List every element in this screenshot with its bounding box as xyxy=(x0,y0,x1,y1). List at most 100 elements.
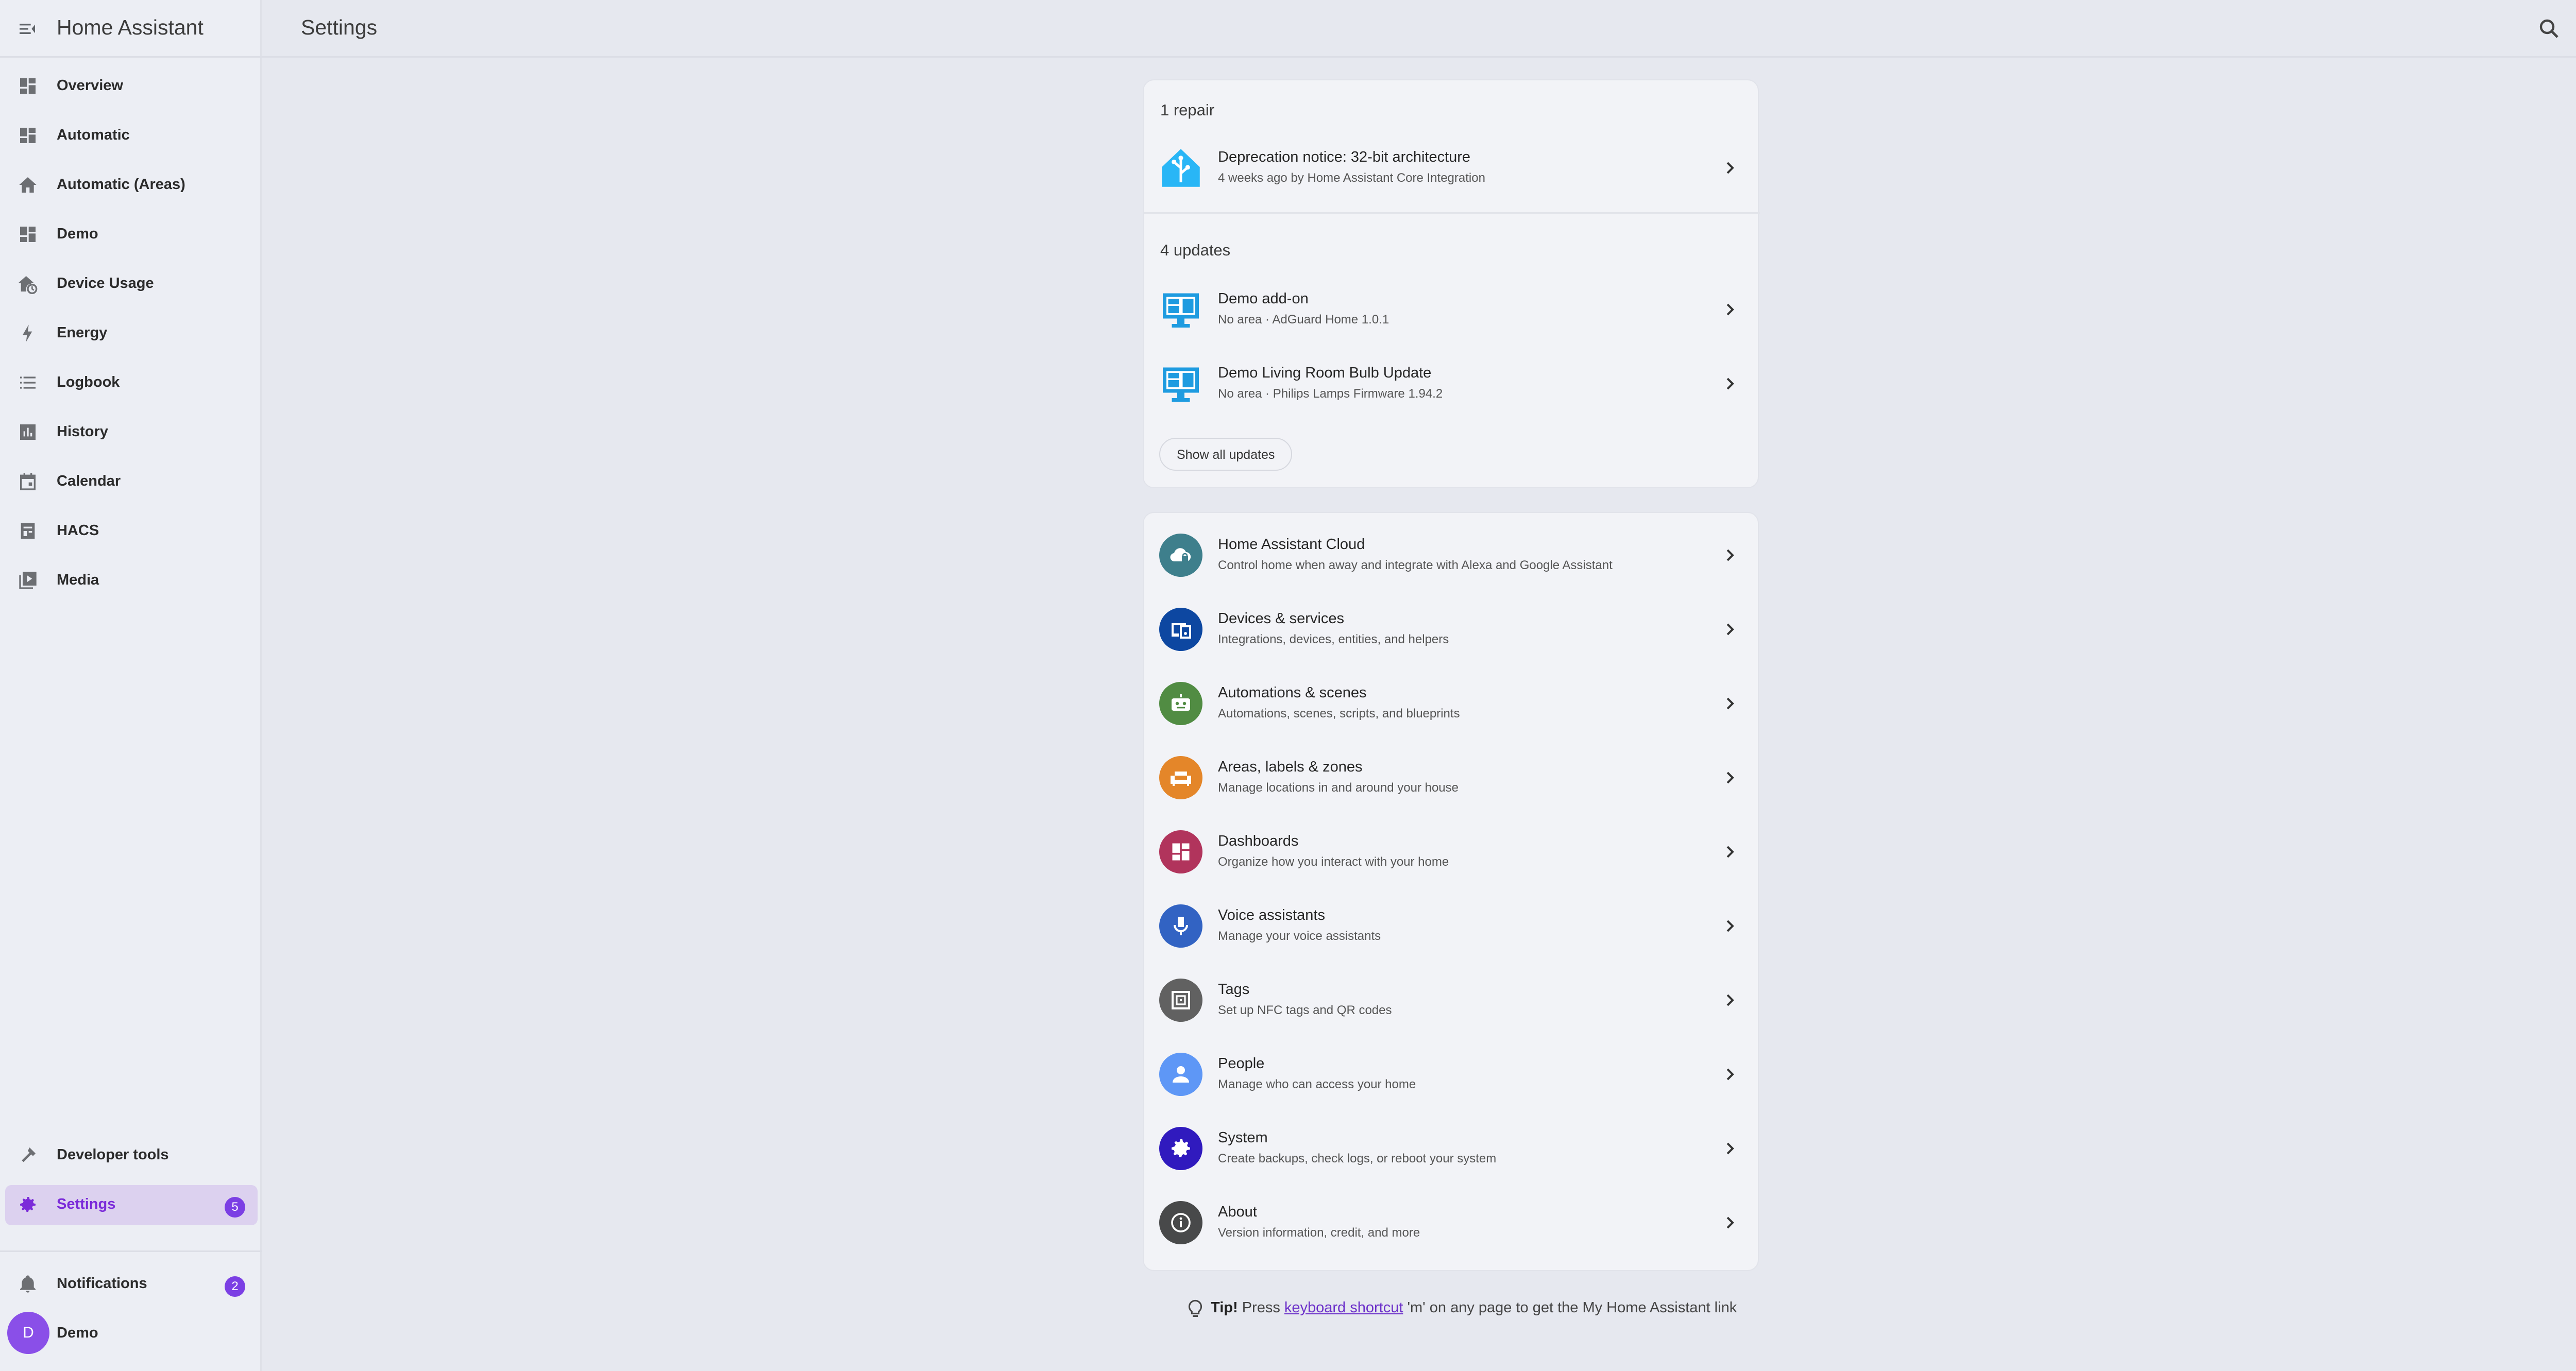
settings-item-dashboards[interactable]: Dashboards Organize how you interact wit… xyxy=(1144,815,1760,889)
list-icon xyxy=(20,376,36,389)
keyboard-shortcut-link[interactable]: keyboard shortcut xyxy=(1284,1299,1403,1316)
settings-item-devices-services[interactable]: Devices & services Integrations, devices… xyxy=(1144,592,1760,666)
hammer-icon xyxy=(22,1147,36,1162)
chevron-right-icon xyxy=(1726,846,1734,858)
settings-item-title: Voice assistants xyxy=(1218,907,1325,923)
settings-item-title: Dashboards xyxy=(1218,833,1299,849)
chevron-right-icon xyxy=(1726,697,1734,710)
chevron-right-icon xyxy=(1726,549,1734,561)
card-divider xyxy=(1144,212,1760,214)
chevron-right-icon xyxy=(1726,772,1734,784)
sidebar-item-overview[interactable]: Overview xyxy=(5,66,258,107)
cog-icon xyxy=(20,1197,36,1212)
repairs-updates-card: 1 repair Deprecation notice: 32-bit arch… xyxy=(1143,79,1760,488)
microphone-icon xyxy=(1159,904,1202,948)
search-icon[interactable] xyxy=(2537,16,2562,41)
show-all-updates-button[interactable]: Show all updates xyxy=(1159,438,1293,471)
settings-item-title: Home Assistant Cloud xyxy=(1218,536,1365,553)
hacs-icon xyxy=(21,523,35,539)
sidebar-item-settings[interactable]: Settings 5 xyxy=(5,1185,258,1225)
settings-item-title: Devices & services xyxy=(1218,610,1344,627)
chevron-right-icon xyxy=(1726,920,1734,932)
settings-item-about[interactable]: About Version information, credit, and m… xyxy=(1144,1186,1760,1260)
sidebar-item-label: HACS xyxy=(57,522,99,539)
settings-item-subtitle: Set up NFC tags and QR codes xyxy=(1218,1003,1392,1017)
settings-item-title: Tags xyxy=(1218,981,1250,998)
sofa-icon xyxy=(1159,756,1202,799)
settings-badge: 5 xyxy=(225,1197,245,1218)
settings-item-subtitle: Create backups, check logs, or reboot yo… xyxy=(1218,1152,1497,1166)
chevron-right-icon xyxy=(1726,378,1734,390)
settings-item-automations-scenes[interactable]: Automations & scenes Automations, scenes… xyxy=(1144,666,1760,741)
sidebar-item-calendar[interactable]: Calendar xyxy=(5,462,258,502)
settings-item-subtitle: Integrations, devices, entities, and hel… xyxy=(1218,632,1449,646)
settings-item-home-assistant-cloud[interactable]: Home Assistant Cloud Control home when a… xyxy=(1144,518,1760,592)
tip-text: Tip! Press keyboard shortcut 'm' on any … xyxy=(1211,1299,1737,1316)
devices-icon xyxy=(1159,608,1202,651)
tip-footer: Tip! Press keyboard shortcut 'm' on any … xyxy=(1185,1297,1752,1322)
settings-item-subtitle: Manage who can access your home xyxy=(1218,1077,1416,1091)
sidebar-item-hacs[interactable]: HACS xyxy=(5,511,258,552)
play-box-icon xyxy=(19,572,37,589)
home-assistant-logo-icon xyxy=(1162,149,1200,187)
tip-after: 'm' on any page to get the My Home Assis… xyxy=(1407,1299,1737,1316)
sidebar-item-developer-tools[interactable]: Developer tools xyxy=(5,1136,258,1176)
sidebar-item-label: Demo xyxy=(57,226,98,242)
sidebar-item-energy[interactable]: Energy xyxy=(5,314,258,354)
dashboard-icon xyxy=(20,227,36,242)
chevron-right-icon xyxy=(1726,1068,1734,1081)
sidebar-item-label: Device Usage xyxy=(57,275,154,292)
sidebar-item-automatic[interactable]: Automatic xyxy=(5,116,258,156)
nfc-icon xyxy=(1159,979,1202,1022)
repairs-heading: 1 repair xyxy=(1160,101,1215,119)
chart-box-icon xyxy=(20,424,36,440)
settings-item-subtitle: Manage locations in and around your hous… xyxy=(1218,781,1459,795)
dashboard-icon xyxy=(20,78,36,94)
menu-collapse-icon[interactable] xyxy=(15,19,39,39)
sidebar-item-media[interactable]: Media xyxy=(5,561,258,601)
sidebar-item-demo[interactable]: Demo xyxy=(5,215,258,255)
sidebar-item-device-usage[interactable]: Device Usage xyxy=(5,264,258,304)
home-icon xyxy=(19,177,37,193)
settings-card: Home Assistant Cloud Control home when a… xyxy=(1143,512,1759,1271)
sidebar-item-history[interactable]: History xyxy=(5,413,258,453)
tip-before: Press xyxy=(1242,1299,1280,1316)
dashboard-icon xyxy=(20,128,36,143)
update-title: Demo add-on xyxy=(1218,290,1309,307)
notifications-badge: 2 xyxy=(225,1276,245,1297)
chevron-right-icon xyxy=(1726,162,1734,174)
sidebar-item-label: Calendar xyxy=(57,473,121,489)
settings-item-subtitle: Control home when away and integrate wit… xyxy=(1218,558,1613,572)
page-title: Settings xyxy=(301,15,378,39)
cog-icon xyxy=(1159,1127,1202,1170)
cloud-lock-icon xyxy=(1159,534,1202,577)
settings-item-title: People xyxy=(1218,1055,1265,1072)
update-item[interactable]: Demo add-on No area · AdGuard Home 1.0.1 xyxy=(1144,272,1760,347)
settings-item-areas-labels-zones[interactable]: Areas, labels & zones Manage locations i… xyxy=(1144,741,1760,815)
sidebar-item-logbook[interactable]: Logbook xyxy=(5,363,258,403)
sidebar-item-label: Developer tools xyxy=(57,1146,169,1163)
app-title: Home Assistant xyxy=(57,15,204,39)
update-item[interactable]: Demo Living Room Bulb Update No area · P… xyxy=(1144,347,1760,421)
chevron-right-icon xyxy=(1726,1142,1734,1155)
sidebar-item-label: Logbook xyxy=(57,374,120,390)
settings-item-voice-assistants[interactable]: Voice assistants Manage your voice assis… xyxy=(1144,889,1760,963)
settings-item-subtitle: Version information, credit, and more xyxy=(1218,1226,1420,1240)
sidebar-item-label: Overview xyxy=(57,77,123,94)
settings-item-system[interactable]: System Create backups, check logs, or re… xyxy=(1144,1111,1760,1186)
sidebar-item-notifications[interactable]: Notifications 2 xyxy=(5,1264,258,1305)
avatar[interactable]: D xyxy=(7,1312,49,1354)
settings-item-subtitle: Automations, scenes, scripts, and bluepr… xyxy=(1218,707,1460,721)
lightning-icon xyxy=(23,324,32,342)
bell-icon xyxy=(20,1275,36,1293)
repair-item[interactable]: Deprecation notice: 32-bit architecture … xyxy=(1144,131,1760,205)
settings-item-tags[interactable]: Tags Set up NFC tags and QR codes xyxy=(1144,963,1760,1037)
settings-item-people[interactable]: People Manage who can access your home xyxy=(1144,1037,1760,1111)
user-name[interactable]: Demo xyxy=(57,1325,98,1342)
monitor-dashboard-icon xyxy=(1163,293,1199,328)
chevron-right-icon xyxy=(1726,303,1734,316)
repair-subtitle: 4 weeks ago by Home Assistant Core Integ… xyxy=(1218,171,1485,185)
sidebar-item-automatic-areas[interactable]: Automatic (Areas) xyxy=(5,165,258,205)
robot-icon xyxy=(1159,682,1202,725)
calendar-icon xyxy=(20,473,36,490)
